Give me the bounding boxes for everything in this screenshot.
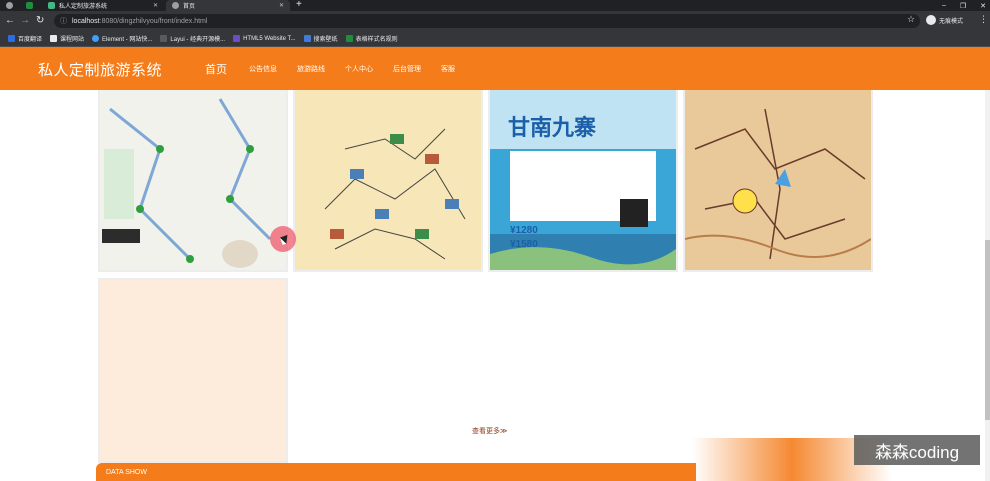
- folder-icon: [50, 35, 58, 42]
- bookmark-item[interactable]: HTML5 Website T...: [233, 35, 296, 42]
- route-image-2: [295, 89, 481, 270]
- browser-tab-bar: 私人定制旅游系统 ✕ 首页 ✕ + – ❐ ✕: [0, 0, 990, 11]
- route-card-blank[interactable]: [98, 278, 288, 463]
- reload-icon[interactable]: ↻: [36, 14, 44, 28]
- bookmark-item[interactable]: 百度翻译: [8, 34, 42, 43]
- nav-personal-center[interactable]: 个人中心: [345, 64, 373, 74]
- page-scrollbar[interactable]: [985, 90, 990, 481]
- page-viewport: 甘南九寨 ¥1280 ¥1580 私人定制旅游系统 首页 公告信息 旅游路线 个…: [0, 47, 990, 481]
- close-window-icon[interactable]: ✕: [980, 2, 986, 10]
- globe-icon: [172, 2, 179, 9]
- bookmark-item[interactable]: Layui - 经典开源模...: [160, 34, 225, 43]
- new-tab-button[interactable]: +: [296, 0, 302, 10]
- route-image-1: [100, 89, 286, 270]
- forward-icon[interactable]: →: [20, 14, 30, 28]
- url-text: localhost:8080/dingzhilvyou/front/index.…: [72, 17, 208, 25]
- more-menu-icon[interactable]: ⋮: [979, 14, 988, 25]
- bookmark-star-icon[interactable]: ☆: [907, 14, 915, 25]
- tab-home[interactable]: 首页 ✕: [166, 0, 290, 11]
- html5-icon: [233, 35, 241, 42]
- main-nav: 首页 公告信息 旅游路线 个人中心 后台管理 客服: [205, 47, 475, 90]
- translate-icon: [8, 35, 15, 42]
- tab-title: 首页: [183, 4, 196, 10]
- route-image-poster: 甘南九寨 ¥1280 ¥1580: [490, 89, 676, 270]
- minimize-icon[interactable]: –: [942, 2, 946, 9]
- video-watermark: 森森coding: [854, 435, 980, 465]
- globe-icon: [6, 2, 13, 9]
- nav-customer-service[interactable]: 客服: [441, 64, 455, 74]
- close-tab-icon[interactable]: ✕: [279, 2, 284, 9]
- restore-icon[interactable]: ❐: [960, 2, 966, 10]
- tab-site[interactable]: 私人定制旅游系统 ✕: [42, 0, 164, 11]
- poster-price-2: ¥1580: [510, 239, 538, 250]
- vue-icon: [48, 2, 55, 9]
- bookmarks-bar: 百度翻译 课程网站 Element - 网站快... Layui - 经典开源模…: [0, 31, 990, 47]
- route-card-map-3[interactable]: [683, 87, 873, 272]
- route-image-5: [100, 280, 286, 461]
- info-icon[interactable]: ⓘ: [60, 16, 67, 26]
- pinned-tab[interactable]: [26, 0, 40, 11]
- chrome-menu-icon[interactable]: [6, 0, 20, 11]
- nav-admin[interactable]: 后台管理: [393, 64, 421, 74]
- incognito-profile[interactable]: 无痕模式: [926, 15, 963, 25]
- view-more-link[interactable]: 查看更多≫: [472, 426, 507, 436]
- sheet-icon: [26, 2, 33, 9]
- wallpaper-icon: [303, 35, 311, 42]
- incognito-icon: [926, 15, 936, 25]
- nav-home[interactable]: 首页: [205, 61, 227, 77]
- browser-toolbar: ← → ↻ ⓘ localhost:8080/dingzhilvyou/fron…: [0, 11, 990, 31]
- route-image-3: [685, 89, 871, 270]
- back-icon[interactable]: ←: [5, 14, 15, 28]
- bookmark-item[interactable]: 搜索壁纸: [303, 34, 338, 43]
- bookmark-item[interactable]: 表格样式名规则: [345, 34, 398, 43]
- element-icon: [92, 35, 100, 42]
- scrollbar-thumb[interactable]: [985, 240, 990, 420]
- window-controls: – ❐ ✕: [942, 0, 986, 11]
- data-show-section-header: DATA SHOW: [96, 463, 696, 481]
- table-icon: [345, 35, 353, 42]
- bookmark-item[interactable]: Element - 网站快...: [92, 34, 152, 43]
- section-title: DATA SHOW: [106, 469, 147, 476]
- bookmark-item[interactable]: 课程网站: [50, 34, 84, 43]
- route-card-map-2[interactable]: [293, 87, 483, 272]
- nav-routes[interactable]: 旅游路线: [297, 64, 325, 74]
- route-card-poster[interactable]: 甘南九寨 ¥1280 ¥1580: [488, 87, 678, 272]
- layui-icon: [160, 35, 168, 42]
- site-navbar: 私人定制旅游系统 首页 公告信息 旅游路线 个人中心 后台管理 客服: [0, 47, 990, 90]
- tab-title: 私人定制旅游系统: [59, 4, 108, 10]
- nav-announcements[interactable]: 公告信息: [249, 64, 277, 74]
- close-tab-icon[interactable]: ✕: [153, 2, 158, 9]
- route-card-map-1[interactable]: [98, 87, 288, 272]
- site-brand[interactable]: 私人定制旅游系统: [38, 59, 162, 80]
- address-bar[interactable]: ⓘ localhost:8080/dingzhilvyou/front/inde…: [54, 14, 920, 28]
- poster-price-1: ¥1280: [510, 225, 538, 236]
- poster-title: 甘南九寨: [508, 115, 596, 140]
